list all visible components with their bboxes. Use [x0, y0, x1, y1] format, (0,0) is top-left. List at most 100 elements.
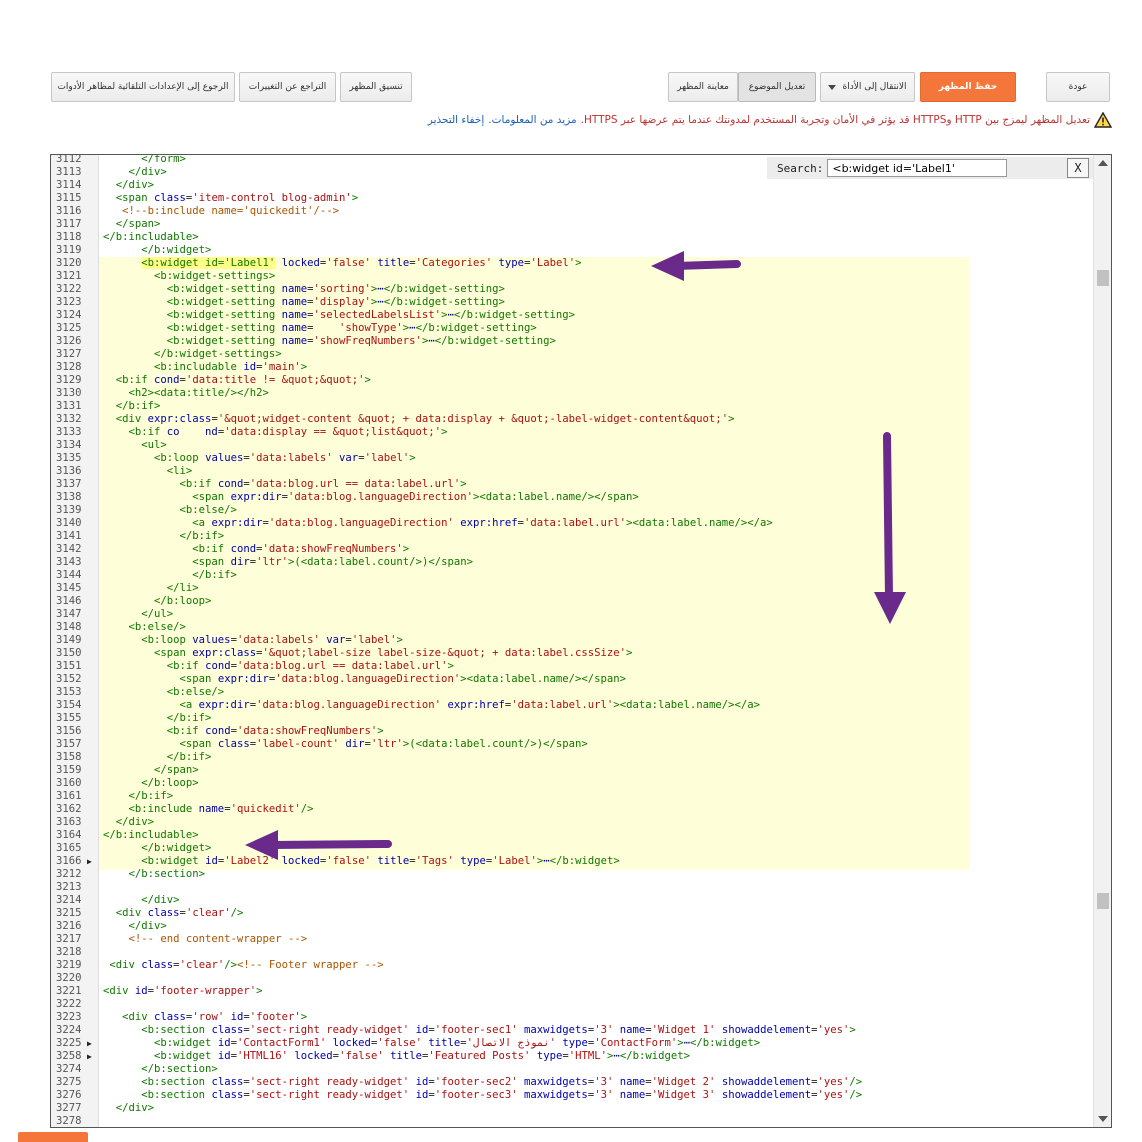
- line-number: 3144: [56, 569, 82, 581]
- line-number: 3274: [56, 1063, 82, 1075]
- code-editor[interactable]: 3112 </form> 3113 </div> 3114 </div> 3115 <…: [50, 154, 1112, 1128]
- code-token: cond: [205, 725, 231, 737]
- close-icon[interactable]: X: [1067, 158, 1089, 178]
- code-token: <b:section: [103, 1024, 212, 1036]
- code-line: 3214 </div>: [51, 894, 1093, 907]
- code-token: </div>: [103, 1102, 155, 1114]
- line-number: 3217: [56, 933, 82, 945]
- more-info-link[interactable]: مزيد من المعلومات.: [488, 114, 576, 126]
- code-text: <b:else/>: [103, 621, 1093, 634]
- code-token: <b:if: [103, 478, 218, 490]
- code-token: expr:class: [192, 647, 257, 659]
- code-token: <b:else/>: [103, 621, 186, 633]
- line-number: 3146: [56, 595, 82, 607]
- code-token: <b:widget-setting: [103, 283, 282, 295]
- code-text: <div class='row' id='footer'>: [103, 1011, 1093, 1024]
- line-number: 3158: [56, 751, 82, 763]
- line-number: 3155: [56, 712, 82, 724]
- code-token: <b:widget-setting: [103, 322, 282, 334]
- line-number: 3134: [56, 439, 82, 451]
- reset-defaults-button[interactable]: الرجوع إلى الإعدادات التلقائية لمظاهر ال…: [51, 72, 235, 102]
- line-number: 3149: [56, 634, 82, 646]
- save-theme-button[interactable]: حفظ المظهر: [920, 72, 1016, 102]
- vertical-scrollbar[interactable]: [1093, 155, 1111, 1127]
- fold-arrow-icon[interactable]: ▶: [87, 1050, 92, 1063]
- edit-theme-button[interactable]: تعديل الموضوع: [738, 72, 816, 102]
- save-theme-button-bottom[interactable]: [18, 1132, 88, 1142]
- chevron-down-icon: [828, 84, 837, 90]
- code-token: </b:if>: [103, 569, 237, 581]
- code-token: showaddelement: [721, 1024, 812, 1036]
- code-text: </b:if>: [103, 712, 1093, 725]
- format-theme-button[interactable]: تنسيق المظهر: [340, 72, 412, 102]
- code-token: </div>: [103, 179, 155, 191]
- code-line: 3152 <span expr:dir='data:blog.languageD…: [51, 673, 1093, 686]
- code-line: 3220: [51, 972, 1093, 985]
- scrollbar-thumb[interactable]: [1097, 893, 1109, 909]
- scroll-down-icon[interactable]: [1098, 1116, 1108, 1122]
- code-line: 3143 <span dir='ltr'>(<data:label.count/…: [51, 556, 1093, 569]
- code-token: name: [198, 803, 225, 815]
- code-line: 3137 <b:if cond='data:blog.url == data:l…: [51, 478, 1093, 491]
- scroll-up-icon[interactable]: [1098, 160, 1108, 166]
- code-token: >: [300, 361, 308, 373]
- code-token: <b:section: [103, 1076, 212, 1088]
- code-token: <li>: [103, 465, 193, 477]
- warning-text: تعديل المظهر ليمزج بين HTTP وHTTPS قد يؤ…: [580, 114, 1090, 126]
- code-line: 3141 </b:if>: [51, 530, 1093, 543]
- search-input[interactable]: [827, 159, 1008, 177]
- code-token: <div: [103, 1011, 155, 1023]
- code-token: 'clear': [185, 907, 231, 919]
- revert-changes-button[interactable]: التراجع عن التغييرات: [239, 72, 336, 102]
- code-text: </b:if>: [103, 400, 1093, 413]
- code-token: />: [224, 959, 237, 971]
- line-number: 3137: [56, 478, 82, 490]
- code-line: 3144 </b:if>: [51, 569, 1093, 582]
- line-number: 3221: [56, 985, 82, 997]
- line-number: 3118: [56, 231, 82, 243]
- scrollbar-thumb[interactable]: [1097, 270, 1109, 286]
- code-token: class: [211, 1089, 244, 1101]
- line-number: 3140: [56, 517, 82, 529]
- code-line: 3274 </b:section>: [51, 1063, 1093, 1076]
- back-button[interactable]: عودة: [1046, 72, 1110, 102]
- line-number: 3222: [56, 998, 82, 1010]
- code-token: </b:widget-setting>: [383, 296, 505, 308]
- code-area[interactable]: 3112 </form> 3113 </div> 3114 </div> 3115 <…: [51, 155, 1093, 1127]
- code-text: <div class='clear'/>: [103, 907, 1093, 920]
- code-token: >: [728, 413, 735, 425]
- fold-arrow-icon[interactable]: ▶: [87, 855, 92, 868]
- code-token: 'footer': [249, 1011, 301, 1023]
- line-number: 3131: [56, 400, 82, 412]
- hide-warning-link[interactable]: إخفاء التحذير: [428, 114, 484, 126]
- code-line: 3161 </b:if>: [51, 790, 1093, 803]
- code-token: </b:section>: [103, 1063, 218, 1075]
- line-number: 3151: [56, 660, 82, 672]
- fold-arrow-icon[interactable]: ▶: [87, 1037, 92, 1050]
- line-number: 3166: [56, 855, 82, 867]
- code-line: 3166 ▶ <b:widget id='Label2' locked='fals…: [51, 855, 1093, 868]
- code-token: </ul>: [103, 608, 174, 620]
- code-text: </b:includable>: [103, 231, 1093, 244]
- code-line: 3121 <b:widget-settings>: [51, 270, 1093, 283]
- line-number: 3139: [56, 504, 82, 516]
- code-token: 'false': [377, 1037, 422, 1049]
- code-token: <data:label.name/>: [479, 491, 595, 503]
- code-token: >: [460, 478, 467, 490]
- code-line: 3147 </ul>: [51, 608, 1093, 621]
- code-token: 'ContactForm': [594, 1037, 678, 1049]
- code-token: 'HTML': [568, 1050, 608, 1062]
- code-token: 'data:label.url': [511, 699, 614, 711]
- code-text: <b:if cond='data:showFreqNumbers'>: [103, 725, 1093, 738]
- jump-to-widget-dropdown[interactable]: الانتقال إلى الأداة: [820, 72, 915, 102]
- code-token: >(: [287, 556, 301, 568]
- code-text: <span dir='ltr'>(<data:label.count/>)</s…: [103, 556, 1093, 569]
- preview-theme-button[interactable]: معاينة المظهر: [668, 72, 738, 102]
- line-number: 3114: [56, 179, 82, 191]
- code-line: 3133 <b:if co nd='data:display == &quot;…: [51, 426, 1093, 439]
- code-line: 3145 </li>: [51, 582, 1093, 595]
- code-token: cond: [217, 478, 244, 490]
- code-line: 3119 </b:widget>: [51, 244, 1093, 257]
- line-number: 3116: [56, 205, 82, 217]
